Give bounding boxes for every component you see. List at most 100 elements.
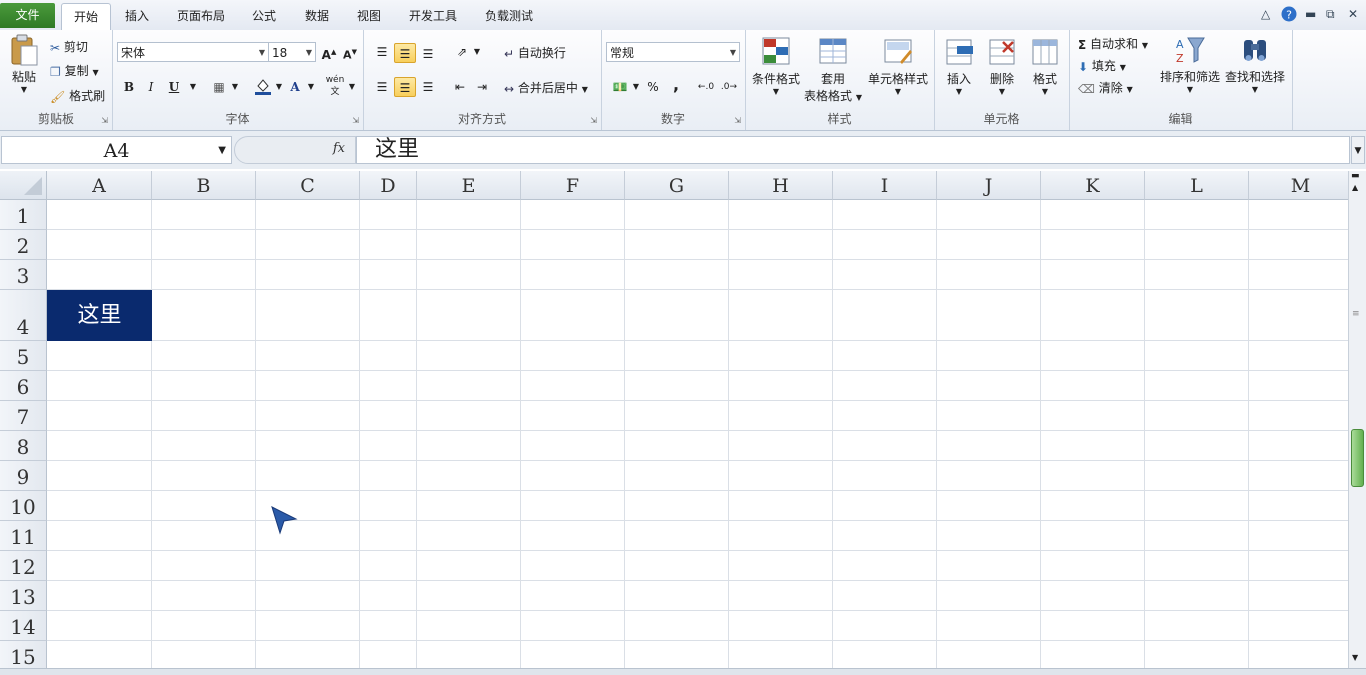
row-header-12[interactable]: 12 bbox=[0, 551, 47, 581]
alignment-launcher-icon[interactable]: ⇲ bbox=[590, 116, 597, 125]
delete-cells-button[interactable]: 删除 ▼ bbox=[981, 36, 1023, 96]
tab-view[interactable]: 视图 bbox=[349, 3, 389, 29]
tab-insert[interactable]: 插入 bbox=[117, 3, 157, 29]
tab-load-test[interactable]: 负载测试 bbox=[478, 3, 540, 29]
tab-formulas[interactable]: 公式 bbox=[244, 3, 284, 29]
column-header-l[interactable]: L bbox=[1145, 171, 1249, 200]
tab-file[interactable]: 文件 bbox=[0, 3, 55, 28]
bold-button[interactable]: B bbox=[118, 77, 140, 97]
font-size-combo[interactable]: 18 ▼ bbox=[268, 42, 316, 62]
scroll-down-icon[interactable]: ▼ bbox=[1352, 653, 1358, 662]
tab-home[interactable]: 开始 bbox=[61, 3, 111, 30]
row-header-3[interactable]: 3 bbox=[0, 260, 47, 290]
row-header-1[interactable]: 1 bbox=[0, 200, 47, 230]
increase-indent-icon[interactable]: ⇥ bbox=[471, 77, 493, 97]
row-header-7[interactable]: 7 bbox=[0, 401, 47, 431]
align-center-icon[interactable]: ☰ bbox=[394, 77, 416, 97]
column-header-d[interactable]: D bbox=[360, 171, 417, 200]
grow-font-icon[interactable]: A▲ bbox=[318, 42, 340, 62]
row-header-8[interactable]: 8 bbox=[0, 431, 47, 461]
paste-dropdown-icon[interactable]: ▼ bbox=[6, 85, 42, 94]
increase-decimal-icon[interactable]: ←.0 bbox=[695, 77, 717, 97]
align-bottom-icon[interactable]: ☰ bbox=[417, 44, 439, 64]
column-header-f[interactable]: F bbox=[521, 171, 625, 200]
align-right-icon[interactable]: ☰ bbox=[417, 77, 439, 97]
help-icon[interactable]: ? bbox=[1281, 6, 1297, 25]
column-header-c[interactable]: C bbox=[256, 171, 360, 200]
underline-dropdown-icon[interactable]: ▼ bbox=[182, 77, 204, 97]
tab-data[interactable]: 数据 bbox=[297, 3, 337, 29]
shrink-font-icon[interactable]: A▼ bbox=[339, 42, 361, 62]
format-as-table-dropdown-icon[interactable]: ▼ bbox=[856, 93, 862, 102]
orientation-dropdown-icon[interactable]: ▼ bbox=[466, 42, 488, 62]
font-size-dropdown-icon[interactable]: ▼ bbox=[306, 43, 312, 63]
align-middle-icon[interactable]: ☰ bbox=[394, 43, 416, 63]
insert-function-icon[interactable]: fx bbox=[333, 141, 345, 156]
italic-button[interactable]: I bbox=[140, 77, 162, 97]
cell-a4[interactable]: 这里 bbox=[47, 290, 152, 341]
column-header-b[interactable]: B bbox=[152, 171, 256, 200]
cut-button[interactable]: ✂ 剪切 bbox=[50, 38, 88, 55]
column-header-k[interactable]: K bbox=[1041, 171, 1145, 200]
phonetic-dropdown-icon[interactable]: ▼ bbox=[341, 77, 363, 97]
window-minimize-icon[interactable]: ▬ bbox=[1305, 7, 1316, 21]
number-launcher-icon[interactable]: ⇲ bbox=[734, 116, 741, 125]
delete-cells-dropdown-icon[interactable]: ▼ bbox=[981, 87, 1023, 96]
column-header-h[interactable]: H bbox=[729, 171, 833, 200]
merge-center-button[interactable]: ↔ 合并后居中 ▼ bbox=[504, 79, 588, 96]
row-header-11[interactable]: 11 bbox=[0, 521, 47, 551]
column-header-a[interactable]: A bbox=[47, 171, 152, 200]
percent-button[interactable]: % bbox=[642, 77, 664, 97]
align-left-icon[interactable]: ☰ bbox=[371, 77, 393, 97]
worksheet-grid[interactable]: A B C D E F G H I J K L M 1 2 3 4 5 6 7 … bbox=[0, 171, 1348, 668]
autosum-dropdown-icon[interactable]: ▼ bbox=[1142, 41, 1148, 50]
merge-center-dropdown-icon[interactable]: ▼ bbox=[582, 85, 588, 94]
row-header-9[interactable]: 9 bbox=[0, 461, 47, 491]
column-header-g[interactable]: G bbox=[625, 171, 729, 200]
align-top-icon[interactable]: ☰ bbox=[371, 42, 393, 62]
number-format-dropdown-icon[interactable]: ▼ bbox=[730, 43, 736, 63]
clear-dropdown-icon[interactable]: ▼ bbox=[1127, 85, 1133, 94]
format-cells-button[interactable]: 格式 ▼ bbox=[1024, 36, 1066, 96]
row-header-14[interactable]: 14 bbox=[0, 611, 47, 641]
number-format-combo[interactable]: 常规 ▼ bbox=[606, 42, 740, 62]
sort-filter-button[interactable]: AZ 排序和筛选 ▼ bbox=[1159, 34, 1221, 94]
wrap-text-button[interactable]: ↵ 自动换行 bbox=[504, 44, 566, 61]
row-header-6[interactable]: 6 bbox=[0, 371, 47, 401]
name-box-dropdown-icon[interactable]: ▼ bbox=[218, 137, 226, 165]
tab-developer[interactable]: 开发工具 bbox=[402, 3, 464, 29]
autosum-button[interactable]: Σ 自动求和 ▼ bbox=[1078, 35, 1148, 52]
select-all-button[interactable] bbox=[0, 171, 47, 200]
decrease-decimal-icon[interactable]: .0→ bbox=[718, 77, 740, 97]
copy-dropdown-icon[interactable]: ▼ bbox=[92, 68, 98, 77]
row-header-5[interactable]: 5 bbox=[0, 341, 47, 371]
name-box[interactable]: A4 ▼ bbox=[1, 136, 232, 164]
comma-button[interactable]: , bbox=[665, 75, 687, 95]
expand-formula-bar-icon[interactable]: ▼ bbox=[1351, 136, 1365, 164]
sort-filter-dropdown-icon[interactable]: ▼ bbox=[1159, 85, 1221, 94]
cell-styles-button[interactable]: 单元格样式 ▼ bbox=[865, 36, 931, 96]
scroll-thumb[interactable] bbox=[1351, 429, 1364, 487]
format-painter-button[interactable]: 🖌 格式刷 bbox=[50, 87, 105, 104]
conditional-formatting-button[interactable]: 条件格式 ▼ bbox=[750, 36, 802, 96]
borders-dropdown-icon[interactable]: ▼ bbox=[224, 77, 246, 97]
decrease-indent-icon[interactable]: ⇤ bbox=[449, 77, 471, 97]
font-name-dropdown-icon[interactable]: ▼ bbox=[259, 43, 265, 63]
window-restore-icon[interactable]: ⧉ bbox=[1326, 7, 1335, 22]
insert-cells-button[interactable]: 插入 ▼ bbox=[938, 36, 980, 96]
font-name-combo[interactable]: 宋体 ▼ bbox=[117, 42, 269, 62]
clipboard-launcher-icon[interactable]: ⇲ bbox=[101, 116, 108, 125]
insert-cells-dropdown-icon[interactable]: ▼ bbox=[938, 87, 980, 96]
tab-page-layout[interactable]: 页面布局 bbox=[170, 3, 232, 29]
copy-button[interactable]: ❐ 复制 ▼ bbox=[50, 62, 99, 79]
vertical-scrollbar[interactable]: ▬ ▲ ≡ ▼ bbox=[1348, 171, 1366, 668]
fill-button[interactable]: ⬇ 填充 ▼ bbox=[1078, 57, 1126, 74]
ribbon-minimize-icon[interactable]: △ bbox=[1261, 7, 1270, 21]
font-color-dropdown-icon[interactable]: ▼ bbox=[300, 77, 322, 97]
scroll-up-icon[interactable]: ▲ bbox=[1352, 183, 1358, 192]
clear-button[interactable]: ⌫ 清除 ▼ bbox=[1078, 79, 1133, 96]
row-header-2[interactable]: 2 bbox=[0, 230, 47, 260]
split-handle-icon[interactable]: ▬ bbox=[1351, 171, 1360, 181]
paste-button[interactable]: 粘贴 ▼ bbox=[6, 34, 42, 94]
column-header-j[interactable]: J bbox=[937, 171, 1041, 200]
